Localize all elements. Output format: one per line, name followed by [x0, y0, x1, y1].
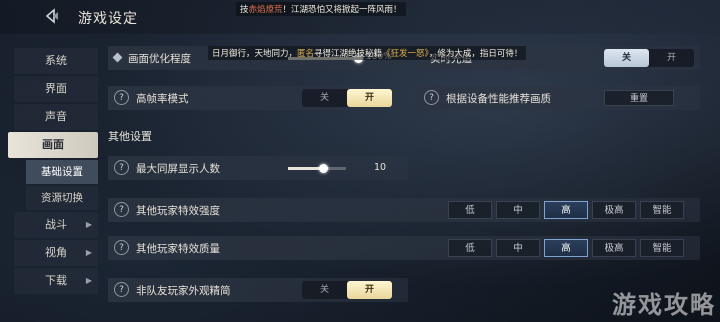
- sidebar-item-sound[interactable]: 声音: [14, 104, 98, 130]
- page-title: 游戏设定: [78, 11, 138, 27]
- sidebar-item-label: 界面: [45, 82, 67, 95]
- effects-quality-smart[interactable]: 智能: [640, 239, 684, 257]
- sidebar-item-label: 画面: [42, 138, 64, 151]
- max-players-value: 10: [374, 162, 387, 173]
- realtime-light-toggle[interactable]: 关 开: [604, 49, 694, 67]
- chevron-right-icon: ▶: [85, 248, 92, 257]
- effects-quality-ultra[interactable]: 极高: [592, 239, 636, 257]
- setting-label: 非队友玩家外观精简: [136, 285, 231, 297]
- help-icon[interactable]: ?: [424, 90, 439, 105]
- sidebar-item-label: 声音: [45, 110, 67, 123]
- max-players-slider[interactable]: [288, 164, 346, 173]
- setting-label: 画面优化程度: [128, 53, 191, 65]
- sidebar-item-interface[interactable]: 界面: [14, 76, 98, 102]
- setting-row-fine-appearance: ? 非队友玩家外观精简 关 开: [108, 278, 408, 302]
- chevron-right-icon: ▶: [85, 220, 92, 229]
- setting-row-recommend: ? 根据设备性能推荐画质 重置: [418, 86, 700, 110]
- effects-strength-ultra[interactable]: 极高: [592, 201, 636, 219]
- sidebar-item-combat[interactable]: 战斗 ▶: [14, 212, 98, 238]
- announcement-line-2: 日月御行，天地同力，匿名寻得江湖绝技秘籍《狂发一怒》，修为大成，指日可待！: [208, 46, 527, 60]
- sidebar-item-camera[interactable]: 视角 ▶: [14, 240, 98, 266]
- sidebar: 系统 界面 声音 画面 基础设置 资源切换 战斗 ▶ 视角 ▶ 下载 ▶: [0, 42, 104, 322]
- high-fps-toggle[interactable]: 关 开: [302, 89, 392, 107]
- help-icon[interactable]: ?: [114, 160, 129, 175]
- toggle-off-option[interactable]: 关: [604, 49, 649, 67]
- sidebar-item-label: 下载: [45, 274, 67, 287]
- toggle-off-option[interactable]: 关: [302, 89, 347, 107]
- setting-label: 其他玩家特效强度: [136, 205, 220, 217]
- announcement-line-1: 技赤焰燎荒！江湖恐怕又将掀起一阵风雨！: [236, 2, 406, 16]
- setting-row-effects-quality: ? 其他玩家特效质量 低 中 高 极高 智能: [108, 236, 700, 260]
- setting-label: 根据设备性能推荐画质: [446, 93, 551, 105]
- bullet-diamond-icon: [112, 52, 123, 63]
- toggle-off-option[interactable]: 关: [302, 281, 347, 299]
- sidebar-item-label: 视角: [45, 246, 67, 259]
- help-icon[interactable]: ?: [114, 202, 129, 217]
- setting-label: 最大同屏显示人数: [136, 163, 220, 175]
- help-icon[interactable]: ?: [114, 240, 129, 255]
- toggle-on-option[interactable]: 开: [347, 281, 392, 299]
- sidebar-item-graphics[interactable]: 画面: [8, 132, 98, 158]
- sidebar-subitem-resource[interactable]: 资源切换: [26, 186, 98, 210]
- effects-quality-medium[interactable]: 中: [496, 239, 540, 257]
- toggle-on-option[interactable]: 开: [649, 49, 694, 67]
- setting-label: 其他玩家特效质量: [136, 243, 220, 255]
- sidebar-item-label: 战斗: [45, 218, 67, 231]
- sidebar-item-download[interactable]: 下载 ▶: [14, 268, 98, 294]
- chevron-right-icon: ▶: [85, 276, 92, 285]
- section-header-other: 其他设置: [108, 130, 152, 143]
- effects-strength-high[interactable]: 高: [544, 201, 588, 219]
- sidebar-item-label: 系统: [45, 54, 67, 67]
- setting-row-high-fps: ? 高帧率模式 关 开: [108, 86, 408, 110]
- watermark: 游戏攻略: [612, 291, 716, 319]
- setting-label: 高帧率模式: [136, 93, 189, 105]
- reset-button[interactable]: 重置: [604, 90, 674, 106]
- sidebar-item-label: 资源切换: [41, 192, 83, 204]
- slider-knob[interactable]: [319, 164, 328, 173]
- effects-quality-low[interactable]: 低: [448, 239, 492, 257]
- back-arrow-icon[interactable]: [44, 8, 60, 24]
- fine-appearance-toggle[interactable]: 关 开: [302, 281, 392, 299]
- toggle-on-option[interactable]: 开: [347, 89, 392, 107]
- effects-strength-medium[interactable]: 中: [496, 201, 540, 219]
- effects-strength-smart[interactable]: 智能: [640, 201, 684, 219]
- effects-strength-low[interactable]: 低: [448, 201, 492, 219]
- help-icon[interactable]: ?: [114, 282, 129, 297]
- setting-row-max-players: ? 最大同屏显示人数 10: [108, 156, 408, 180]
- setting-row-effects-strength: ? 其他玩家特效强度 低 中 高 极高 智能: [108, 198, 700, 222]
- effects-quality-high[interactable]: 高: [544, 239, 588, 257]
- help-icon[interactable]: ?: [114, 90, 129, 105]
- sidebar-item-system[interactable]: 系统: [14, 48, 98, 74]
- sidebar-subitem-basic[interactable]: 基础设置: [26, 160, 98, 184]
- sidebar-item-label: 基础设置: [41, 166, 83, 178]
